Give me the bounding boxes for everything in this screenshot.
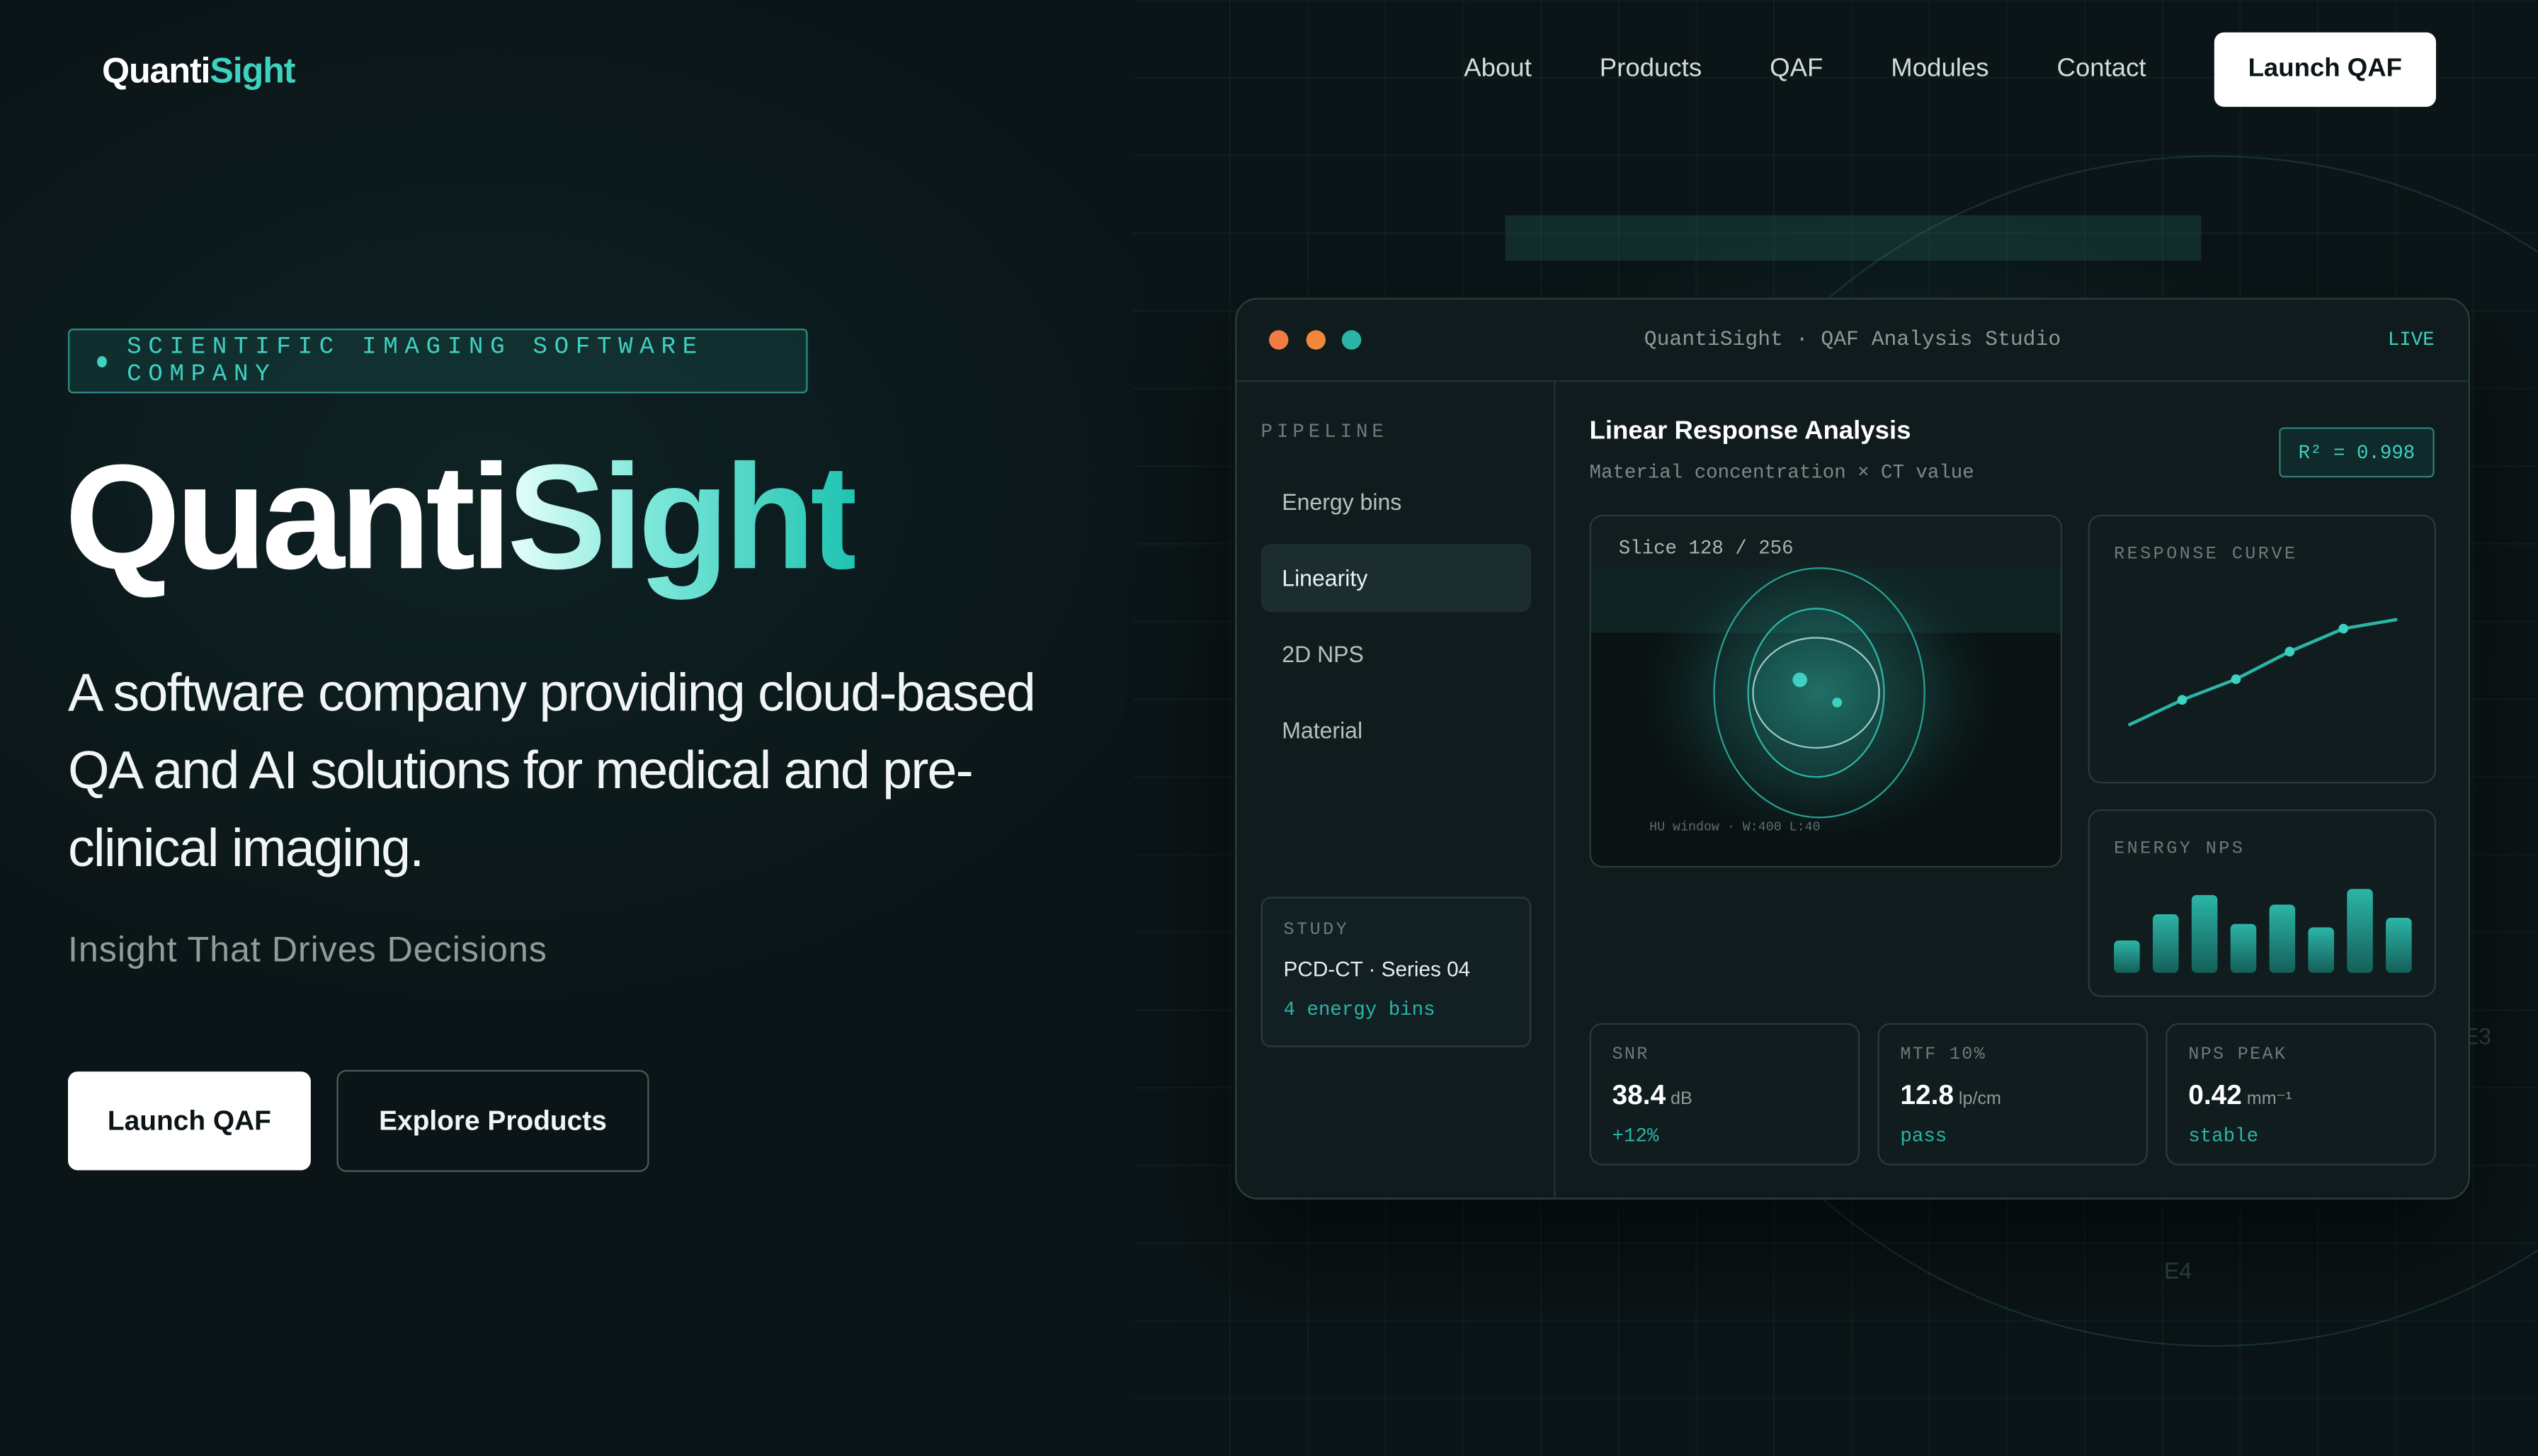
live-status-badge: LIVE xyxy=(2387,328,2435,351)
analysis-title: Linear Response Analysis xyxy=(1589,417,1911,445)
hu-window-label: HU window · W:400 L:40 xyxy=(1649,820,1821,836)
metric-label: MTF 10% xyxy=(1900,1045,1987,1065)
window-titlebar: QuantiSight · QAF Analysis Studio LIVE xyxy=(1236,300,2469,382)
metric-note: +12% xyxy=(1612,1125,1659,1148)
app-window: QuantiSight · QAF Analysis Studio LIVE P… xyxy=(1234,297,2470,1200)
logo-part-sight: Sight xyxy=(210,50,295,91)
brand-logo[interactable]: QuantiSight xyxy=(101,50,296,92)
hero-title-sight: Sight xyxy=(507,435,860,601)
analysis-subtitle: Material concentration × CT value xyxy=(1589,461,1974,484)
energy-nps-bar xyxy=(2114,940,2140,973)
metric-unit: mm⁻¹ xyxy=(2246,1089,2292,1109)
sidebar-item-2d-nps[interactable]: 2D NPS xyxy=(1261,620,1532,688)
response-curve-point xyxy=(2338,623,2349,634)
metric-value: 0.42 mm⁻¹ xyxy=(2188,1079,2292,1110)
nav-launch-qaf-button[interactable]: Launch QAF xyxy=(2214,32,2436,107)
top-navigation: About Products QAF Modules Contact Launc… xyxy=(1464,32,2436,107)
study-label: STUDY xyxy=(1283,921,1350,940)
energy-nps-bar xyxy=(2386,917,2412,973)
company-badge: SCIENTIFIC IMAGING SOFTWARE COMPANY xyxy=(67,328,808,394)
sidebar-item-linearity[interactable]: Linearity xyxy=(1261,543,1532,612)
sidebar-item-energy-bins[interactable]: Energy bins xyxy=(1261,468,1532,536)
energy-nps-chart xyxy=(2114,889,2412,973)
badge-text: SCIENTIFIC IMAGING SOFTWARE COMPANY xyxy=(127,333,704,389)
hero-title-quanti: Quanti xyxy=(64,435,512,601)
window-title: QuantiSight · QAF Analysis Studio xyxy=(1644,326,2061,351)
metric-label: NPS PEAK xyxy=(2188,1045,2287,1065)
background-label-e4: E4 xyxy=(2163,1257,2192,1284)
nav-link-products[interactable]: Products xyxy=(1600,55,1702,84)
response-curve-point xyxy=(2231,674,2241,684)
energy-nps-bar xyxy=(2269,904,2296,973)
phantom-image xyxy=(1590,530,2061,855)
hero-subtitle: Insight That Drives Decisions xyxy=(67,928,547,970)
response-curve-chart xyxy=(2127,618,2398,727)
pipeline-sidebar: PIPELINE Energy bins Linearity 2D NPS Ma… xyxy=(1236,382,1556,1198)
study-value: PCD-CT · Series 04 xyxy=(1283,956,1471,982)
fit-quality-badge: R² = 0.998 xyxy=(2279,427,2435,478)
study-card[interactable]: STUDY PCD-CT · Series 04 4 energy bins xyxy=(1261,897,1532,1047)
nav-link-qaf[interactable]: QAF xyxy=(1770,55,1823,84)
response-curve-point xyxy=(2284,647,2295,656)
energy-nps-bar xyxy=(2347,889,2373,973)
study-meta: 4 energy bins xyxy=(1283,999,1435,1022)
badge-dot-icon xyxy=(97,355,108,367)
energy-nps-bar xyxy=(2191,894,2218,973)
nav-link-modules[interactable]: Modules xyxy=(1891,55,1988,84)
energy-nps-panel: ENERGY NPS xyxy=(2088,809,2436,997)
metric-note: pass xyxy=(1900,1125,1947,1148)
response-curve-point xyxy=(2177,695,2187,705)
metric-card-nps-peak: NPS PEAK 0.42 mm⁻¹ stable xyxy=(2166,1023,2436,1166)
hero-title: QuantiSight xyxy=(64,435,860,601)
explore-products-button[interactable]: Explore Products xyxy=(336,1069,649,1172)
metric-unit: lp/cm xyxy=(1958,1089,2001,1109)
hero-tagline: A software company providing cloud-based… xyxy=(67,661,1036,877)
metric-label: SNR xyxy=(1612,1045,1649,1065)
ct-slice-viewer[interactable]: Slice 128 / 256 HU window · W:400 L:40 xyxy=(1589,514,2062,868)
energy-nps-bar xyxy=(2308,927,2334,973)
metric-value: 38.4 dB xyxy=(1612,1079,1692,1110)
sidebar-heading: PIPELINE xyxy=(1261,421,1388,444)
landing-page: E3 E4 QuantiSight About Products QAF Mod… xyxy=(0,0,2538,1456)
nav-link-contact[interactable]: Contact xyxy=(2057,55,2146,84)
sidebar-item-material[interactable]: Material xyxy=(1261,696,1532,764)
analysis-content: Linear Response Analysis Material concen… xyxy=(1556,382,2469,1198)
response-curve-line xyxy=(2127,618,2398,727)
nav-link-about[interactable]: About xyxy=(1464,55,1532,84)
launch-qaf-button[interactable]: Launch QAF xyxy=(67,1071,311,1171)
metric-value: 12.8 lp/cm xyxy=(1900,1079,2001,1110)
energy-nps-bar xyxy=(2230,923,2257,973)
metric-card-snr: SNR 38.4 dB +12% xyxy=(1589,1023,1860,1166)
response-curve-panel: RESPONSE CURVE xyxy=(2088,514,2436,784)
metric-unit: dB xyxy=(1671,1089,1692,1109)
metric-note: stable xyxy=(2188,1125,2259,1148)
energy-nps-bar xyxy=(2152,914,2179,973)
logo-part-quanti: Quanti xyxy=(101,50,211,91)
metric-card-mtf: MTF 10% 12.8 lp/cm pass xyxy=(1877,1023,2149,1166)
